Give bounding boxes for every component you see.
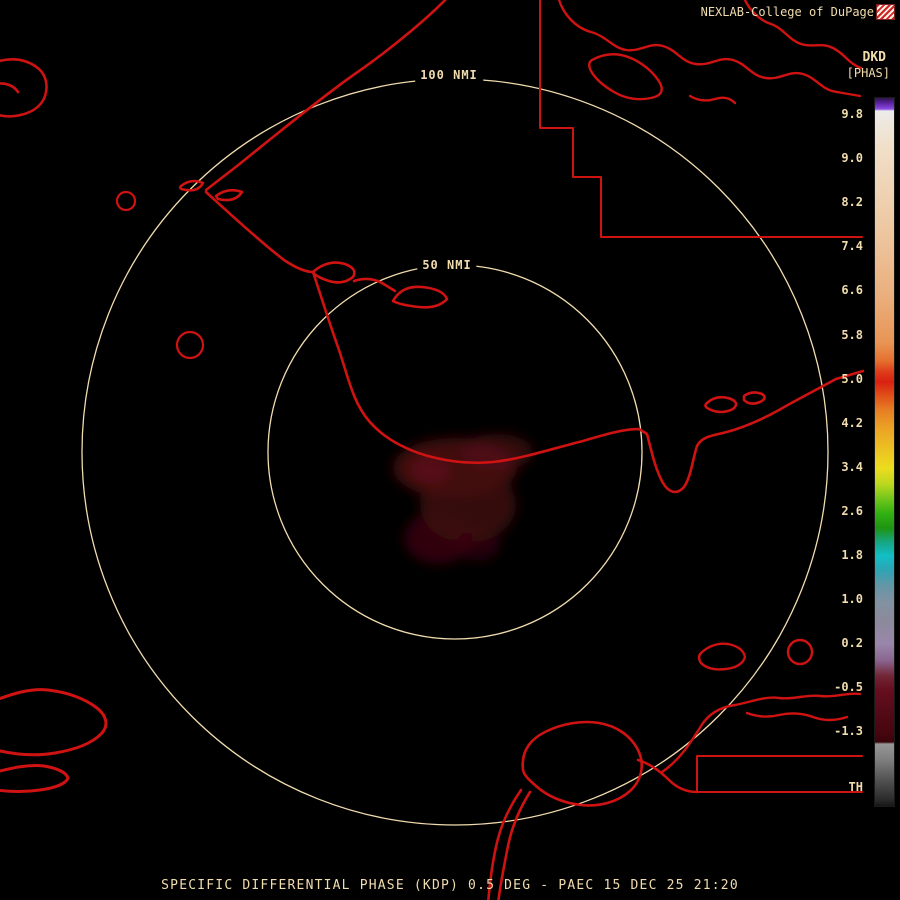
southeast-features bbox=[660, 638, 862, 774]
radar-display: 100 NMI 50 NMI NEXLAB-College of DuPage … bbox=[0, 0, 900, 900]
range-ring-label-50nmi: 50 NMI bbox=[417, 258, 477, 272]
south-shore-paths bbox=[487, 720, 699, 900]
range-ring-label-100nmi: 100 NMI bbox=[415, 68, 483, 82]
boundary-lines bbox=[539, 0, 863, 793]
nexlab-logo-icon bbox=[876, 4, 895, 20]
west-island-paths bbox=[0, 688, 108, 793]
northwest-island-paths bbox=[0, 58, 48, 118]
colorbar-threshold-label: TH bbox=[848, 780, 863, 794]
coastline-paths bbox=[178, 0, 865, 494]
product-code-label: DKD bbox=[862, 50, 886, 65]
product-caption: SPECIFIC DIFFERENTIAL PHASE (KDP) 0.5 DE… bbox=[161, 878, 739, 893]
colorbar bbox=[874, 97, 895, 807]
source-title: NEXLAB-College of DuPage bbox=[700, 5, 874, 19]
small-island-circles bbox=[115, 190, 205, 360]
map-canvas bbox=[0, 0, 865, 900]
radar-echoes bbox=[393, 434, 533, 564]
product-units-label: [PHAS] bbox=[846, 66, 890, 80]
